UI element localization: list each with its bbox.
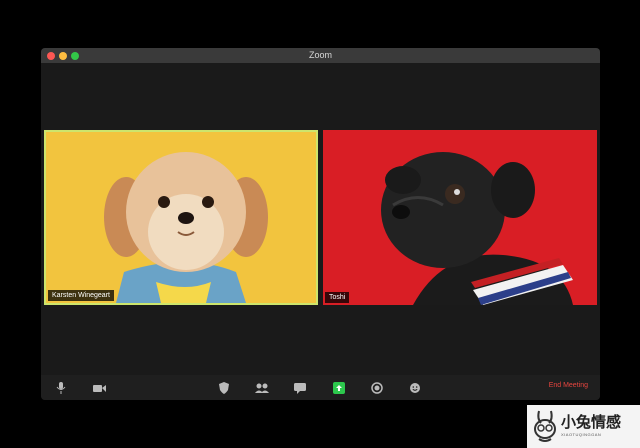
watermark-logo: 小兔情感 XIAOTUQINGGAN xyxy=(527,405,640,448)
microphone-icon[interactable] xyxy=(53,380,69,396)
zoom-window: Zoom Karsten Winegeart Toshi End Meeting xyxy=(41,48,600,400)
participant-video-dog-fluffy xyxy=(46,132,316,303)
watermark-title: 小兔情感 xyxy=(561,413,622,431)
chat-icon[interactable] xyxy=(292,380,308,396)
end-meeting-button[interactable]: End Meeting xyxy=(549,382,588,389)
meeting-toolbar: End Meeting xyxy=(41,375,600,400)
video-tile-karsten[interactable]: Karsten Winegeart xyxy=(44,130,318,305)
participants-icon[interactable] xyxy=(254,380,270,396)
share-screen-icon[interactable] xyxy=(331,380,347,396)
participant-name-label: Toshi xyxy=(325,292,350,303)
participant-name-label: Karsten Winegeart xyxy=(48,290,114,301)
video-tile-toshi[interactable]: Toshi xyxy=(323,130,597,305)
video-gallery: Karsten Winegeart Toshi xyxy=(41,63,600,375)
rabbit-logo-icon xyxy=(534,410,556,442)
watermark-subtitle: XIAOTUQINGGAN xyxy=(561,432,602,437)
reactions-icon[interactable] xyxy=(407,380,423,396)
participant-video-dog-pug xyxy=(323,130,597,305)
window-title: Zoom xyxy=(308,50,332,60)
video-camera-icon[interactable] xyxy=(91,380,107,396)
security-shield-icon[interactable] xyxy=(216,380,232,396)
record-icon[interactable] xyxy=(369,380,385,396)
title-bar: Zoom xyxy=(41,48,600,63)
